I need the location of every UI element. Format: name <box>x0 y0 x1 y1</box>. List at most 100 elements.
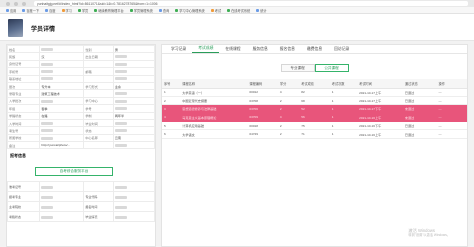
field-value <box>112 118 155 128</box>
table-row[interactable]: 6 大学语文 04729 2 71 1 2021-10-16上午 已通过 — <box>162 129 467 139</box>
profile-row: 年级 春季 学号 <box>7 104 155 113</box>
field-value <box>112 67 155 76</box>
sub-tab-item[interactable]: 专业课程 <box>280 64 315 72</box>
table-cell: 已通过 <box>402 88 437 97</box>
field-label: 专业代码 <box>83 191 114 203</box>
student-info-panel: 姓名 性别男民族汉出生日期 身份证号 手机号 邮箱 联系地址 层次 专升本 学习形式 业余 录取专业… <box>6 44 156 247</box>
bookmark-item[interactable]: 查询 <box>158 8 169 13</box>
bookmark-item[interactable]: 学习 <box>61 8 72 13</box>
tab-item[interactable]: 在线课程 <box>219 45 246 53</box>
address-bar[interactable]: yunhaitgjg.net/#/index_html?id=8611071&s… <box>34 1 468 6</box>
table-cell: 计算机应用基础 <box>180 121 248 131</box>
field-label: 报考专业 <box>7 191 41 203</box>
table-row[interactable]: 3 思想道德修养与法律基础 03706 2 52 1 2021-10-17下午 未通过 — <box>162 104 467 114</box>
table-cell: 2 <box>277 96 300 106</box>
records-panel: 学习记录 考试成绩 在线课程 服务信息 报名信息 缴费信息 回访记录 专业课程 公共课程 序号… <box>161 44 468 247</box>
table-cell: 2021-10-17下午 <box>357 104 403 114</box>
exam-section-title: 报考信息 <box>10 153 26 159</box>
table-cell[interactable]: — <box>436 104 467 114</box>
table-cell[interactable]: — <box>436 113 467 123</box>
field-label: 报名时间 <box>83 201 114 213</box>
table-row[interactable]: 5 计算机应用基础 00018 2 75 1 2021-10-16下午 已通过 — <box>162 121 467 131</box>
column-header: 操作 <box>436 79 467 89</box>
field-label: 准考证号 <box>7 181 41 193</box>
tab-item[interactable]: 缴费信息 <box>301 45 328 53</box>
tab-item[interactable]: 服务信息 <box>247 45 274 53</box>
field-value <box>112 201 155 213</box>
bookmark-item[interactable]: 学员 <box>77 8 89 13</box>
tab-item[interactable]: 回访记录 <box>328 45 355 53</box>
bookmark-item[interactable]: 学员管理系统 <box>129 8 153 13</box>
field-value: http://yuncai/photo/... <box>39 141 85 150</box>
table-cell[interactable]: — <box>436 96 467 106</box>
bookmark-favicon-icon <box>175 8 179 12</box>
bookmark-item[interactable]: 统计 <box>256 8 267 13</box>
redacted-value <box>41 70 54 74</box>
bookmark-favicon-icon <box>210 8 214 12</box>
redacted-value <box>41 136 54 140</box>
column-header: 考试次数 <box>329 79 358 89</box>
profile-row: 身份证号 <box>7 59 155 69</box>
forward-icon[interactable] <box>14 1 18 6</box>
field-value: 专升本 <box>39 81 85 91</box>
tab-item[interactable]: 学习记录 <box>165 45 192 53</box>
tab-item[interactable]: 报名信息 <box>274 45 301 53</box>
table-cell[interactable]: — <box>436 129 467 139</box>
reload-icon[interactable] <box>22 1 26 6</box>
bookmark-item[interactable]: 应用 <box>6 8 16 13</box>
field-value <box>112 191 155 203</box>
field-value <box>39 181 85 193</box>
tab-item[interactable]: 考试成绩 <box>192 45 220 53</box>
table-cell[interactable]: — <box>436 121 467 131</box>
table-row[interactable]: 2 中国近现代史纲要 03708 2 68 1 2021-10-17上午 已通过 — <box>162 96 467 106</box>
field-label <box>83 89 114 98</box>
table-cell: 已通过 <box>402 129 437 139</box>
bookmark-item[interactable]: 在线考试系统 <box>227 8 250 13</box>
back-icon[interactable] <box>6 1 10 6</box>
redacted-value <box>41 129 54 133</box>
table-cell: 2 <box>277 129 300 139</box>
column-header: 学分 <box>277 79 300 89</box>
field-label: 民族 <box>7 52 41 61</box>
field-label: 考生号 <box>7 126 41 135</box>
bookmark-favicon-icon <box>158 8 162 12</box>
table-cell: 未通过 <box>402 104 437 114</box>
table-cell: 71 <box>299 129 330 139</box>
table-cell: 75 <box>299 121 330 131</box>
table-cell: 1 <box>329 121 358 131</box>
field-label: 录取专业 <box>7 89 41 98</box>
profile-row: 层次 专升本 学习形式 业余 <box>7 81 155 91</box>
bookmark-favicon-icon <box>227 8 231 12</box>
exam-row: 报考专业 专业代码 <box>7 191 155 203</box>
bookmark-item[interactable]: 百度一下 <box>22 8 39 13</box>
bookmark-item[interactable]: 继续教育管理平台 <box>94 8 124 13</box>
field-value <box>39 96 85 106</box>
field-value: 在籍 <box>39 111 85 120</box>
table-cell: 3 <box>162 104 181 114</box>
bookmark-item[interactable]: 百度 <box>45 8 56 13</box>
field-value: 汉 <box>39 52 85 61</box>
table-cell: 2 <box>162 96 181 106</box>
exam-platform-button[interactable]: 自考综合服务平台 <box>35 167 113 177</box>
table-row[interactable]: 1 大学英语（一） 00012 4 82 1 2021-10-17上午 已通过 — <box>162 88 467 97</box>
bookmark-label: 应用 <box>10 8 17 13</box>
bookmark-label: 学习 <box>65 8 72 13</box>
bookmark-favicon-icon <box>94 8 98 12</box>
page-header: 学员详情 <box>0 14 474 41</box>
profile-row: 联系地址 <box>7 74 155 83</box>
field-label: 状态 <box>83 126 114 135</box>
table-cell[interactable]: — <box>436 88 467 97</box>
sub-tab-item[interactable]: 公共课程 <box>314 64 349 72</box>
bookmark-label: 学员管理系统 <box>133 8 153 13</box>
field-value <box>39 74 85 83</box>
field-value <box>112 52 155 61</box>
bookmark-item[interactable]: 学习中心管理系统 <box>175 8 205 13</box>
field-value <box>112 96 155 106</box>
redacted-value <box>41 205 54 209</box>
field-value <box>39 211 85 223</box>
table-row[interactable]: 4 马克思主义基本原理概论 03709 4 56 1 2021-10-16上午 未通过 — <box>162 113 467 123</box>
redacted-value <box>114 185 127 189</box>
bookmark-item[interactable]: 考试 <box>210 8 221 13</box>
bookmark-label: 学员 <box>81 8 89 13</box>
table-cell: 6 <box>162 129 181 139</box>
